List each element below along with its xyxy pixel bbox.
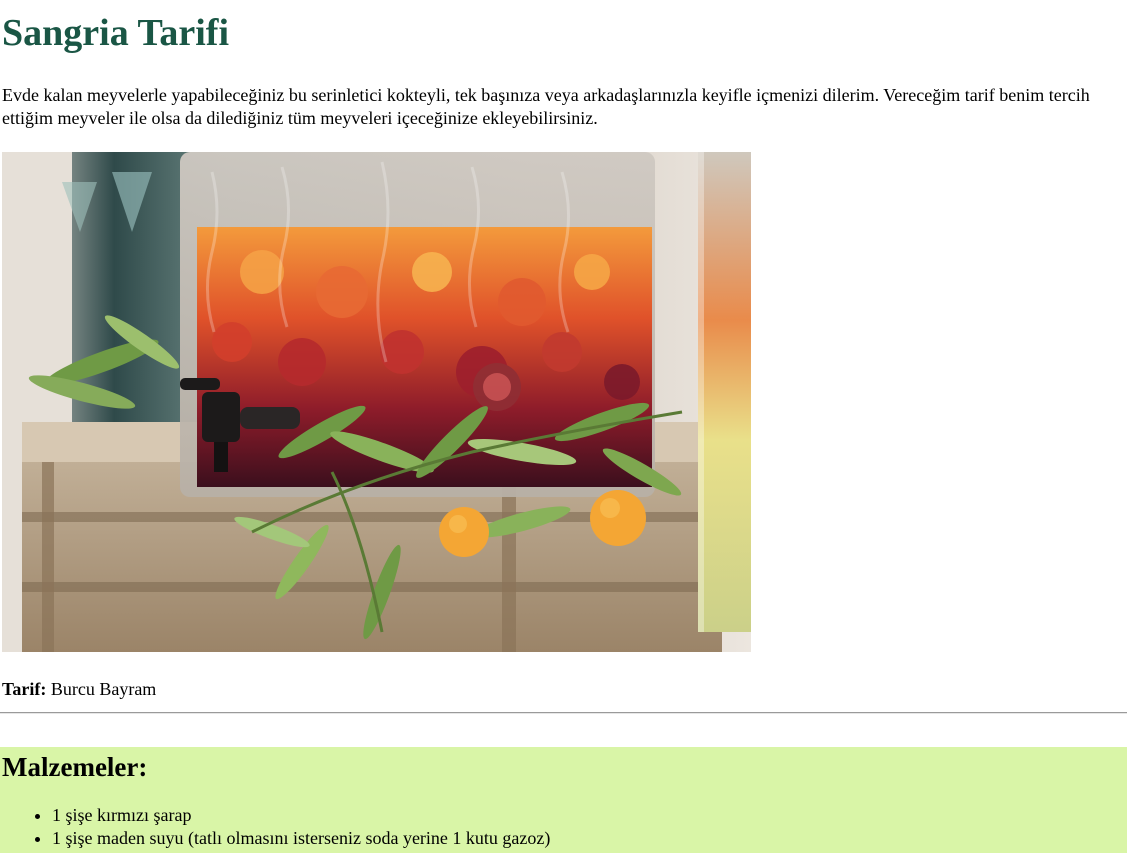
recipe-page: Sangria Tarifi Evde kalan meyvelerle yap… xyxy=(0,0,1127,853)
ingredient-item: 1 şişe kırmızı şarap xyxy=(52,804,550,827)
page-title: Sangria Tarifi xyxy=(2,12,229,54)
ingredients-list: 1 şişe kırmızı şarap 1 şişe maden suyu (… xyxy=(0,804,550,850)
credit-author: Burcu Bayram xyxy=(50,679,157,699)
divider xyxy=(0,712,1127,714)
recipe-credit: Tarif: Burcu Bayram xyxy=(2,678,156,700)
sangria-photo xyxy=(2,152,751,652)
ingredients-heading: Malzemeler: xyxy=(2,752,148,782)
intro-paragraph: Evde kalan meyvelerle yapabileceğiniz bu… xyxy=(2,85,1090,128)
credit-label: Tarif: xyxy=(2,679,47,699)
ingredient-item: 1 şişe maden suyu (tatlı olmasını isters… xyxy=(52,827,550,850)
ingredients-section: Malzemeler: 1 şişe kırmızı şarap 1 şişe … xyxy=(0,747,1127,853)
